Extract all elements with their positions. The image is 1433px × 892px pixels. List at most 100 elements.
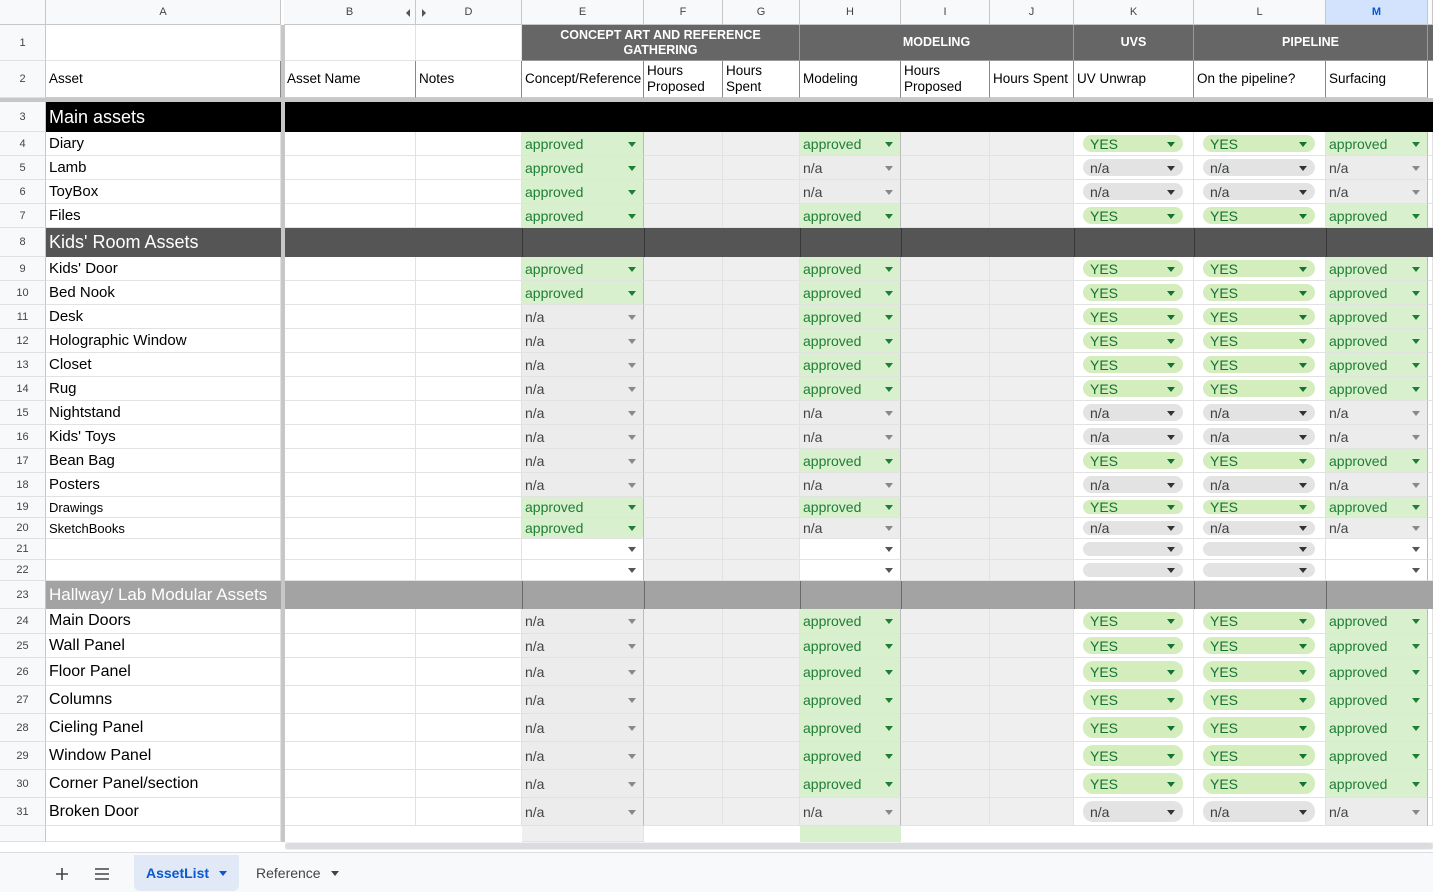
- uv-unwrap-chip[interactable]: YES: [1083, 260, 1183, 277]
- dropdown-arrow-icon[interactable]: [885, 458, 893, 464]
- hours-cell[interactable]: [901, 353, 990, 377]
- concept-status-dropdown[interactable]: approved: [522, 497, 644, 518]
- notes-cell[interactable]: [416, 686, 522, 714]
- next-column-cell[interactable]: [1428, 401, 1433, 425]
- hours-cell[interactable]: [901, 377, 990, 401]
- asset-cell[interactable]: Nightstand: [46, 401, 281, 425]
- pipeline-chip[interactable]: YES: [1203, 637, 1315, 654]
- dropdown-arrow-icon[interactable]: [628, 141, 636, 147]
- modeling-status-dropdown[interactable]: n/a: [800, 156, 901, 180]
- modeling-status-dropdown[interactable]: approved: [800, 714, 901, 742]
- hours-cell[interactable]: [990, 539, 1074, 560]
- dropdown-arrow-icon[interactable]: [628, 213, 636, 219]
- notes-cell[interactable]: [416, 798, 522, 826]
- notes-cell[interactable]: [416, 714, 522, 742]
- surfacing-status-dropdown[interactable]: approved: [1326, 742, 1428, 770]
- hours-cell[interactable]: [644, 714, 723, 742]
- concept-status-dropdown[interactable]: n/a: [522, 770, 644, 798]
- hours-cell[interactable]: [990, 742, 1074, 770]
- hours-cell[interactable]: [990, 329, 1074, 353]
- hours-cell[interactable]: [901, 329, 990, 353]
- asset-cell[interactable]: Wall Panel: [46, 634, 281, 658]
- row-header[interactable]: 18: [0, 473, 46, 497]
- surfacing-status-dropdown[interactable]: n/a: [1326, 518, 1428, 539]
- hours-cell[interactable]: [644, 497, 723, 518]
- next-column-cell[interactable]: [1428, 353, 1433, 377]
- dropdown-arrow-icon[interactable]: [1412, 314, 1420, 320]
- pipeline-chip[interactable]: YES: [1203, 308, 1315, 325]
- dropdown-arrow-icon[interactable]: [1412, 434, 1420, 440]
- surfacing-status-dropdown[interactable]: approved: [1326, 658, 1428, 686]
- sheet-tab-reference[interactable]: Reference: [244, 855, 351, 891]
- dropdown-arrow-icon[interactable]: [1167, 643, 1175, 649]
- surfacing-status-dropdown[interactable]: approved: [1326, 377, 1428, 401]
- concept-status-dropdown[interactable]: n/a: [522, 609, 644, 634]
- hours-cell[interactable]: [990, 770, 1074, 798]
- dropdown-arrow-icon[interactable]: [1299, 386, 1307, 392]
- concept-status-dropdown[interactable]: approved: [522, 156, 644, 180]
- asset-cell[interactable]: [46, 826, 281, 842]
- dropdown-arrow-icon[interactable]: [1299, 266, 1307, 272]
- column-header-B[interactable]: B: [284, 0, 416, 25]
- dropdown-arrow-icon[interactable]: [885, 189, 893, 195]
- hours-cell[interactable]: [644, 180, 723, 204]
- asset-name-cell[interactable]: [284, 770, 416, 798]
- dropdown-arrow-icon[interactable]: [628, 386, 636, 392]
- asset-name-cell[interactable]: [284, 180, 416, 204]
- uv-unwrap-chip[interactable]: YES: [1083, 500, 1183, 514]
- hours-cell[interactable]: [723, 518, 800, 539]
- modeling-status-dropdown[interactable]: [800, 560, 901, 581]
- hours-cell[interactable]: [723, 714, 800, 742]
- pipeline-chip[interactable]: n/a: [1203, 428, 1315, 445]
- dropdown-arrow-icon[interactable]: [1167, 568, 1175, 573]
- asset-cell[interactable]: Lamb: [46, 156, 281, 180]
- hours-cell[interactable]: [723, 377, 800, 401]
- row-header[interactable]: 23: [0, 581, 46, 609]
- row-header[interactable]: 7: [0, 204, 46, 228]
- hours-cell[interactable]: [901, 180, 990, 204]
- dropdown-arrow-icon[interactable]: [885, 410, 893, 416]
- dropdown-arrow-icon[interactable]: [1412, 526, 1420, 531]
- next-column-cell[interactable]: [1428, 497, 1433, 518]
- asset-name-cell[interactable]: [284, 204, 416, 228]
- hours-cell[interactable]: [901, 305, 990, 329]
- dropdown-arrow-icon[interactable]: [1167, 410, 1175, 416]
- next-column-cell[interactable]: [1428, 425, 1433, 449]
- sheet-grid[interactable]: A B D E F G H I J K L M 1 CONCEPT ART AND REFERENCE G…: [0, 0, 1433, 842]
- asset-cell[interactable]: Kids' Toys: [46, 425, 281, 449]
- concept-status-dropdown[interactable]: n/a: [522, 634, 644, 658]
- modeling-status-dropdown[interactable]: approved: [800, 377, 901, 401]
- asset-cell[interactable]: Broken Door: [46, 798, 281, 826]
- next-column-cell[interactable]: [1428, 686, 1433, 714]
- dropdown-arrow-icon[interactable]: [628, 290, 636, 296]
- dropdown-arrow-icon[interactable]: [1167, 266, 1175, 272]
- modeling-status-dropdown[interactable]: approved: [800, 257, 901, 281]
- uv-unwrap-chip[interactable]: YES: [1083, 284, 1183, 301]
- dropdown-arrow-icon[interactable]: [1412, 410, 1420, 416]
- surfacing-status-dropdown[interactable]: approved: [1326, 204, 1428, 228]
- modeling-status-dropdown[interactable]: approved: [800, 497, 901, 518]
- concept-status-dropdown[interactable]: n/a: [522, 686, 644, 714]
- hours-cell[interactable]: [723, 742, 800, 770]
- dropdown-arrow-icon[interactable]: [1167, 165, 1175, 171]
- surfacing-status-dropdown[interactable]: [1326, 539, 1428, 560]
- surfacing-status-dropdown[interactable]: approved: [1326, 686, 1428, 714]
- dropdown-arrow-icon[interactable]: [1167, 809, 1175, 815]
- surfacing-status-dropdown[interactable]: approved: [1326, 714, 1428, 742]
- dropdown-arrow-icon[interactable]: [1412, 362, 1420, 368]
- dropdown-arrow-icon[interactable]: [1167, 362, 1175, 368]
- asset-name-cell[interactable]: [284, 281, 416, 305]
- notes-cell[interactable]: [416, 204, 522, 228]
- hours-cell[interactable]: [901, 539, 990, 560]
- row-header[interactable]: 6: [0, 180, 46, 204]
- dropdown-arrow-icon[interactable]: [628, 362, 636, 368]
- asset-name-cell[interactable]: [284, 798, 416, 826]
- next-column-cell[interactable]: [1428, 634, 1433, 658]
- surfacing-status-dropdown[interactable]: approved: [1326, 609, 1428, 634]
- concept-status-dropdown[interactable]: n/a: [522, 742, 644, 770]
- uv-unwrap-chip[interactable]: YES: [1083, 308, 1183, 325]
- asset-name-cell[interactable]: [284, 609, 416, 634]
- notes-cell[interactable]: [416, 329, 522, 353]
- row-header[interactable]: 11: [0, 305, 46, 329]
- row-header[interactable]: 28: [0, 714, 46, 742]
